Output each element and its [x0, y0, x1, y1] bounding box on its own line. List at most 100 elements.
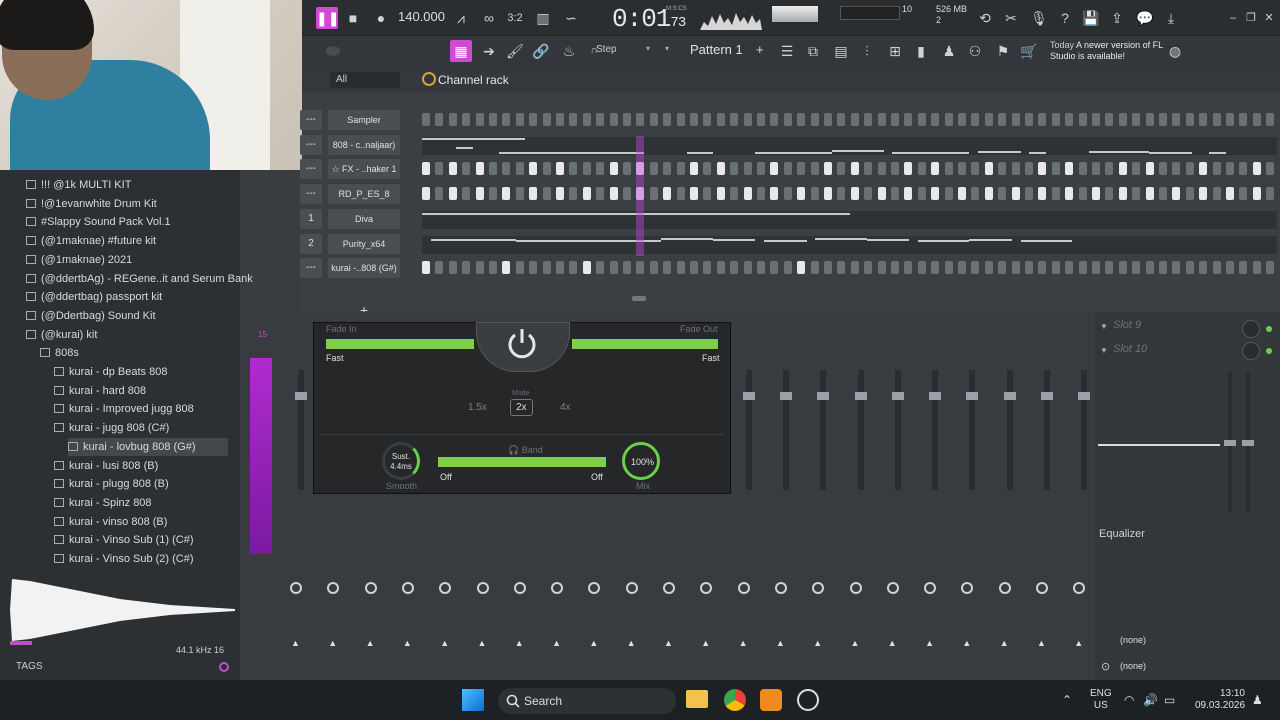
- mixer-route-arrow-icon[interactable]: ▲: [1000, 638, 1009, 648]
- browser-folder[interactable]: (@Ddertbag) Sound Kit: [26, 307, 228, 325]
- step-button[interactable]: [730, 187, 739, 200]
- export-icon[interactable]: ⇪: [1106, 7, 1128, 29]
- step-button[interactable]: [1065, 261, 1074, 274]
- cart-icon[interactable]: 🛒: [1018, 40, 1040, 62]
- step-button[interactable]: [1199, 187, 1208, 200]
- step-button[interactable]: [515, 162, 524, 175]
- step-button[interactable]: [569, 113, 578, 126]
- step-button[interactable]: [757, 187, 765, 200]
- download-icon[interactable]: ⤓: [1160, 7, 1182, 29]
- tray-chevron-icon[interactable]: ⌃: [1062, 693, 1072, 707]
- step-button[interactable]: [864, 162, 873, 175]
- step-edit-icon[interactable]: ▥: [532, 7, 554, 29]
- step-button[interactable]: [891, 261, 899, 274]
- step-button[interactable]: [569, 187, 578, 200]
- step-button[interactable]: [917, 113, 926, 126]
- step-button[interactable]: [676, 187, 685, 200]
- step-button[interactable]: [475, 162, 484, 175]
- step-button[interactable]: [529, 113, 538, 126]
- master-pitch-display[interactable]: [840, 6, 900, 20]
- pitch-knob[interactable]: [326, 46, 340, 56]
- pattern-selector[interactable]: Pattern 1: [690, 42, 743, 57]
- effect-slot-9[interactable]: Slot 9: [1113, 319, 1141, 331]
- step-button[interactable]: [623, 261, 631, 274]
- step-button[interactable]: [743, 162, 752, 175]
- mixer-fader-track[interactable]: [1044, 370, 1050, 490]
- step-button[interactable]: [1266, 113, 1275, 126]
- stop-button[interactable]: ■: [342, 7, 364, 29]
- step-button[interactable]: [944, 162, 953, 175]
- step-button[interactable]: [837, 187, 846, 200]
- notification-icon[interactable]: ♟: [1252, 693, 1263, 707]
- step-button[interactable]: [1159, 187, 1167, 200]
- step-button[interactable]: [676, 162, 685, 175]
- browser-folder[interactable]: (@1maknae) #future kit: [26, 232, 228, 250]
- file-icon[interactable]: ▮: [910, 40, 932, 62]
- step-button[interactable]: [475, 261, 484, 274]
- mixer-fader-track[interactable]: [932, 370, 939, 490]
- step-button[interactable]: [783, 187, 792, 200]
- step-button[interactable]: [609, 113, 618, 126]
- step-button[interactable]: [1145, 162, 1154, 175]
- step-button[interactable]: [1185, 162, 1194, 175]
- step-button[interactable]: [1132, 162, 1141, 175]
- step-button[interactable]: [609, 261, 618, 274]
- step-button[interactable]: [1011, 261, 1020, 274]
- step-button[interactable]: [556, 162, 564, 175]
- mixer-pan-knob[interactable]: [849, 582, 862, 594]
- step-button[interactable]: [850, 261, 859, 274]
- step-button[interactable]: [1172, 261, 1181, 274]
- fade-out-slider[interactable]: [572, 339, 718, 349]
- step-button[interactable]: [462, 162, 471, 175]
- step-button[interactable]: [1038, 162, 1047, 175]
- step-button[interactable]: [582, 113, 591, 126]
- pattern-dropdown-icon[interactable]: ▾: [665, 44, 669, 53]
- step-button[interactable]: [1212, 113, 1221, 126]
- channel-target-4[interactable]: ---: [300, 184, 322, 204]
- battery-icon[interactable]: ▭: [1164, 693, 1175, 707]
- step-button[interactable]: [904, 113, 913, 126]
- master-volume-display[interactable]: [772, 6, 818, 22]
- mixer-fader-track[interactable]: [782, 370, 789, 490]
- step-button[interactable]: [542, 187, 551, 200]
- mode-4x[interactable]: 4x: [560, 402, 571, 413]
- mixer-pan-knob[interactable]: [551, 582, 564, 594]
- channel-name-6[interactable]: Purity_x64: [328, 234, 400, 254]
- step-button[interactable]: [931, 113, 940, 126]
- step-button[interactable]: [998, 162, 1007, 175]
- record-button[interactable]: ●: [370, 7, 392, 29]
- channel-name-5[interactable]: Diva: [328, 209, 400, 229]
- step-button[interactable]: [1132, 261, 1141, 274]
- step-button[interactable]: [1159, 162, 1167, 175]
- step-button[interactable]: [891, 162, 899, 175]
- step-button[interactable]: [1051, 162, 1060, 175]
- flag-icon[interactable]: ⚑: [992, 40, 1014, 62]
- step-button[interactable]: [917, 261, 926, 274]
- step-button[interactable]: [1185, 113, 1194, 126]
- mixer-fader-cap[interactable]: [1041, 392, 1053, 400]
- mixer-fader-cap[interactable]: [295, 392, 307, 400]
- step-button[interactable]: [422, 113, 430, 126]
- mixer-pan-knob[interactable]: [886, 582, 899, 594]
- mixer-fader-cap[interactable]: [817, 392, 830, 400]
- piano-roll-preview[interactable]: [422, 211, 1277, 229]
- step-button[interactable]: [877, 187, 886, 200]
- step-button[interactable]: [1145, 261, 1154, 274]
- step-button[interactable]: [1092, 113, 1100, 126]
- step-button[interactable]: [515, 113, 524, 126]
- step-button[interactable]: [1051, 187, 1060, 200]
- mixer-fader-track[interactable]: [969, 370, 976, 490]
- step-button[interactable]: [1239, 261, 1248, 274]
- mixer-icon[interactable]: ⫶: [856, 40, 878, 62]
- step-button[interactable]: [877, 261, 886, 274]
- mixer-route-arrow-icon[interactable]: ▲: [925, 638, 934, 648]
- step-button[interactable]: [1212, 187, 1221, 200]
- step-button[interactable]: [1051, 261, 1060, 274]
- step-button[interactable]: [958, 261, 966, 274]
- step-button[interactable]: [569, 162, 578, 175]
- step-button[interactable]: [1266, 162, 1275, 175]
- channel-name-7[interactable]: kurai -..808 (G#): [328, 258, 400, 278]
- mixer-tools-icon[interactable]: ✂: [1000, 7, 1022, 29]
- step-button[interactable]: [757, 113, 765, 126]
- channel-target-2[interactable]: ---: [300, 135, 322, 155]
